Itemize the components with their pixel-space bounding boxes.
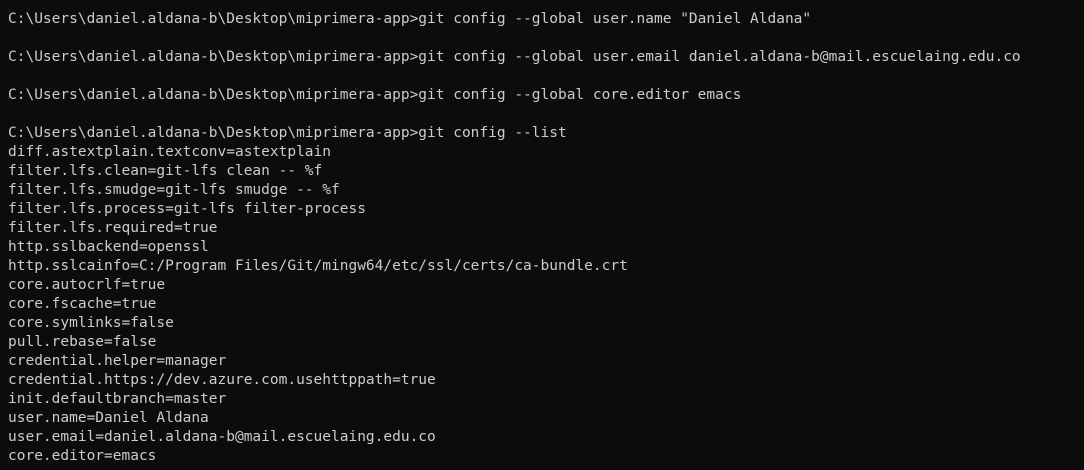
terminal-line: C:\Users\daniel.aldana-b\Desktop\miprime… bbox=[8, 11, 812, 27]
terminal-line: C:\Users\daniel.aldana-b\Desktop\miprime… bbox=[8, 125, 567, 141]
terminal-line: core.symlinks=false bbox=[8, 315, 174, 331]
terminal-window[interactable]: C:\Users\daniel.aldana-b\Desktop\miprime… bbox=[0, 0, 1084, 470]
terminal-line: http.sslbackend=openssl bbox=[8, 239, 209, 255]
terminal-line: diff.astextplain.textconv=astextplain bbox=[8, 144, 332, 160]
terminal-line: credential.https://dev.azure.com.usehttp… bbox=[8, 372, 436, 388]
terminal-line: filter.lfs.required=true bbox=[8, 220, 218, 236]
terminal-line: filter.lfs.process=git-lfs filter-proces… bbox=[8, 201, 366, 217]
terminal-line: pull.rebase=false bbox=[8, 334, 157, 350]
terminal-line: core.fscache=true bbox=[8, 296, 157, 312]
terminal-line: core.editor=emacs bbox=[8, 448, 157, 464]
terminal-line: filter.lfs.smudge=git-lfs smudge -- %f bbox=[8, 182, 340, 198]
terminal-line: init.defaultbranch=master bbox=[8, 391, 227, 407]
terminal-line: user.name=Daniel Aldana bbox=[8, 410, 209, 426]
terminal-line: core.autocrlf=true bbox=[8, 277, 166, 293]
terminal-line: filter.lfs.clean=git-lfs clean -- %f bbox=[8, 163, 323, 179]
terminal-line: C:\Users\daniel.aldana-b\Desktop\miprime… bbox=[8, 87, 742, 103]
terminal-line: credential.helper=manager bbox=[8, 353, 227, 369]
terminal-line: http.sslcainfo=C:/Program Files/Git/ming… bbox=[8, 258, 628, 274]
terminal-line: C:\Users\daniel.aldana-b\Desktop\miprime… bbox=[8, 49, 1021, 65]
terminal-line: user.email=daniel.aldana-b@mail.escuelai… bbox=[8, 429, 436, 445]
